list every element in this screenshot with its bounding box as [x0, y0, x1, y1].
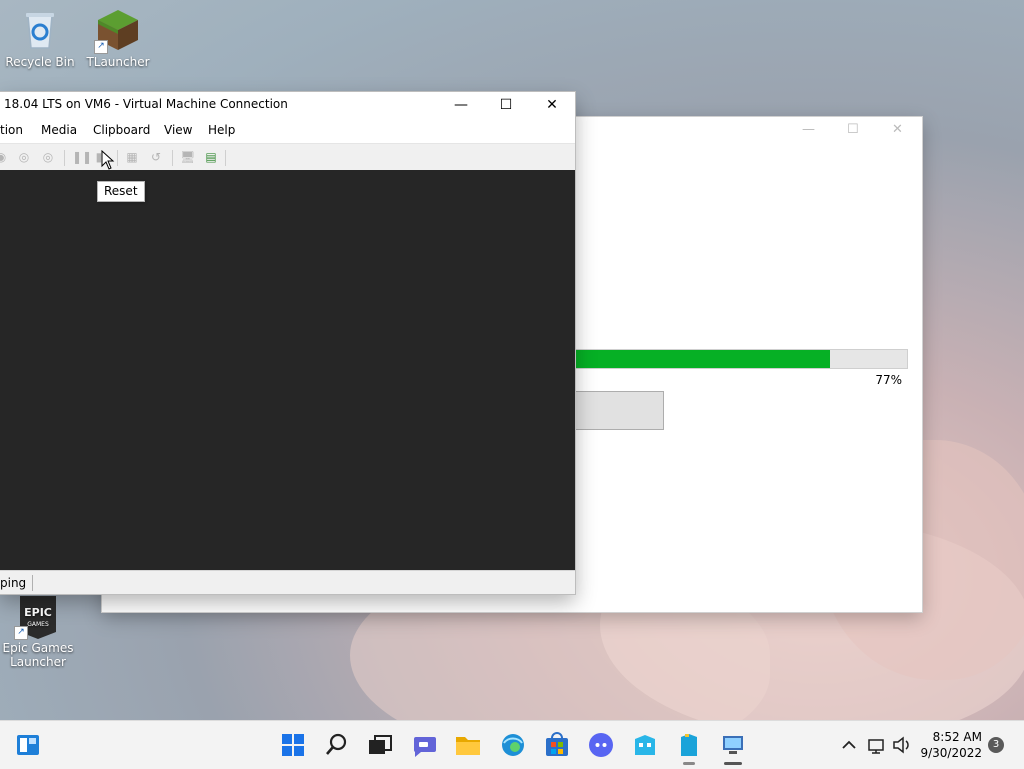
install-progress-bar	[572, 349, 908, 369]
file-explorer-button[interactable]	[454, 731, 482, 759]
menu-media[interactable]: Media	[41, 123, 77, 137]
desktop-icon-label: TLauncher	[86, 55, 150, 69]
start-icon	[282, 734, 304, 756]
taskbar: 8:52 AM 9/30/2022 3	[0, 720, 1024, 769]
status-bar: ping	[0, 570, 575, 594]
epic-games-icon: EPIC GAMES ↗	[14, 594, 60, 640]
clock-date: 9/30/2022	[920, 746, 982, 760]
toolbar-separator	[117, 150, 118, 166]
desktop-icon-recycle-bin[interactable]: Recycle Bin	[2, 8, 78, 69]
active-indicator	[724, 762, 742, 765]
toolbar-separator	[172, 150, 173, 166]
start-button[interactable]	[279, 731, 307, 759]
minimize-icon[interactable]: —	[802, 122, 815, 137]
building-app-icon	[635, 735, 655, 755]
chevron-up-icon	[842, 740, 856, 749]
vm-connection-window[interactable]: 18.04 LTS on VM6 - Virtual Machine Conne…	[0, 92, 575, 594]
task-view-button[interactable]	[366, 731, 394, 759]
widgets-button[interactable]	[14, 731, 42, 759]
menu-view[interactable]: View	[164, 123, 192, 137]
shortcut-arrow-icon: ↗	[94, 40, 108, 54]
revert-icon[interactable]: ↺	[149, 150, 163, 164]
maximize-icon: ☐	[499, 97, 513, 113]
edge-icon	[502, 734, 524, 756]
desktop-icon-label: Epic Games Launcher	[2, 641, 74, 669]
window-title: 18.04 LTS on VM6 - Virtual Machine Conne…	[4, 97, 288, 111]
show-hidden-icons-button[interactable]	[838, 731, 860, 759]
teams-chat-button[interactable]	[410, 731, 438, 759]
progress-percent: 77%	[875, 373, 902, 387]
desktop-icon-tlauncher[interactable]: ↗ TLauncher	[80, 8, 156, 69]
vm-screen[interactable]	[0, 170, 575, 570]
pause-icon[interactable]: ❚❚	[72, 150, 92, 164]
search-icon	[326, 733, 347, 755]
toolbar: ◉ ◎ ◎ ❚❚ ▮▸ ▦ ↺ 🖥 ▤	[0, 143, 575, 171]
recycle-bin-icon	[18, 8, 62, 52]
close-icon[interactable]: ✕	[892, 122, 903, 137]
edge-button[interactable]	[499, 731, 527, 759]
toolbar-separator	[225, 150, 226, 166]
volume-icon	[893, 736, 909, 754]
discord-button[interactable]	[587, 731, 615, 759]
menu-clipboard[interactable]: Clipboard	[93, 123, 150, 137]
close-icon: ✕	[546, 97, 558, 113]
desktop-icon-epic-games[interactable]: EPIC GAMES ↗ Epic Games Launcher	[0, 594, 76, 669]
vm-connect-button[interactable]	[719, 731, 747, 765]
menu-bar: tion Media Clipboard View Help	[0, 119, 575, 141]
teams-chat-icon	[413, 737, 436, 757]
status-text: ping	[0, 576, 27, 590]
maximize-icon[interactable]: ☐	[847, 122, 859, 137]
shutdown-icon[interactable]: ◎	[41, 150, 55, 164]
share-icon[interactable]: ▤	[203, 150, 219, 164]
vm-connect-icon	[723, 736, 743, 754]
close-button[interactable]: ✕	[529, 92, 575, 118]
desktop-icon-label: Recycle Bin	[5, 55, 75, 69]
minimize-icon: —	[454, 97, 468, 113]
installer-button[interactable]	[574, 391, 664, 430]
toolbar-separator	[64, 150, 65, 166]
building-app-2-button[interactable]	[675, 731, 703, 765]
mouse-cursor-icon	[101, 150, 115, 170]
search-button[interactable]	[323, 731, 351, 759]
file-explorer-icon	[456, 737, 480, 755]
store-button[interactable]	[543, 731, 571, 759]
stop-icon[interactable]: ◉	[0, 150, 8, 164]
notification-badge[interactable]: 3	[988, 737, 1004, 753]
tooltip: Reset	[97, 181, 145, 202]
store-icon	[546, 732, 568, 756]
building-app-button[interactable]	[631, 731, 659, 759]
minimize-button[interactable]: —	[438, 92, 484, 118]
menu-action[interactable]: tion	[0, 123, 23, 137]
clock-time: 8:52 AM	[932, 730, 982, 744]
system-clock[interactable]: 8:52 AM 9/30/2022	[920, 729, 982, 761]
grass-block-icon: ↗	[94, 8, 140, 54]
svg-text:GAMES: GAMES	[27, 621, 49, 628]
widgets-icon	[17, 735, 39, 755]
running-indicator	[683, 762, 695, 765]
status-separator	[32, 575, 33, 591]
network-icon	[868, 739, 884, 754]
enhanced-session-icon[interactable]: 🖥	[180, 150, 195, 164]
svg-text:EPIC: EPIC	[24, 606, 52, 619]
shortcut-arrow-icon: ↗	[14, 626, 28, 640]
title-bar[interactable]: 18.04 LTS on VM6 - Virtual Machine Conne…	[0, 92, 575, 118]
discord-icon	[589, 733, 613, 757]
maximize-button[interactable]: ☐	[483, 92, 529, 118]
menu-help[interactable]: Help	[208, 123, 235, 137]
checkpoint-icon[interactable]: ▦	[125, 150, 139, 164]
volume-button[interactable]	[891, 731, 913, 759]
building-app-2-icon	[681, 734, 697, 756]
progress-fill	[573, 350, 831, 368]
network-button[interactable]	[866, 731, 888, 759]
task-view-icon	[369, 735, 392, 754]
start-vm-icon[interactable]: ◎	[17, 150, 31, 164]
